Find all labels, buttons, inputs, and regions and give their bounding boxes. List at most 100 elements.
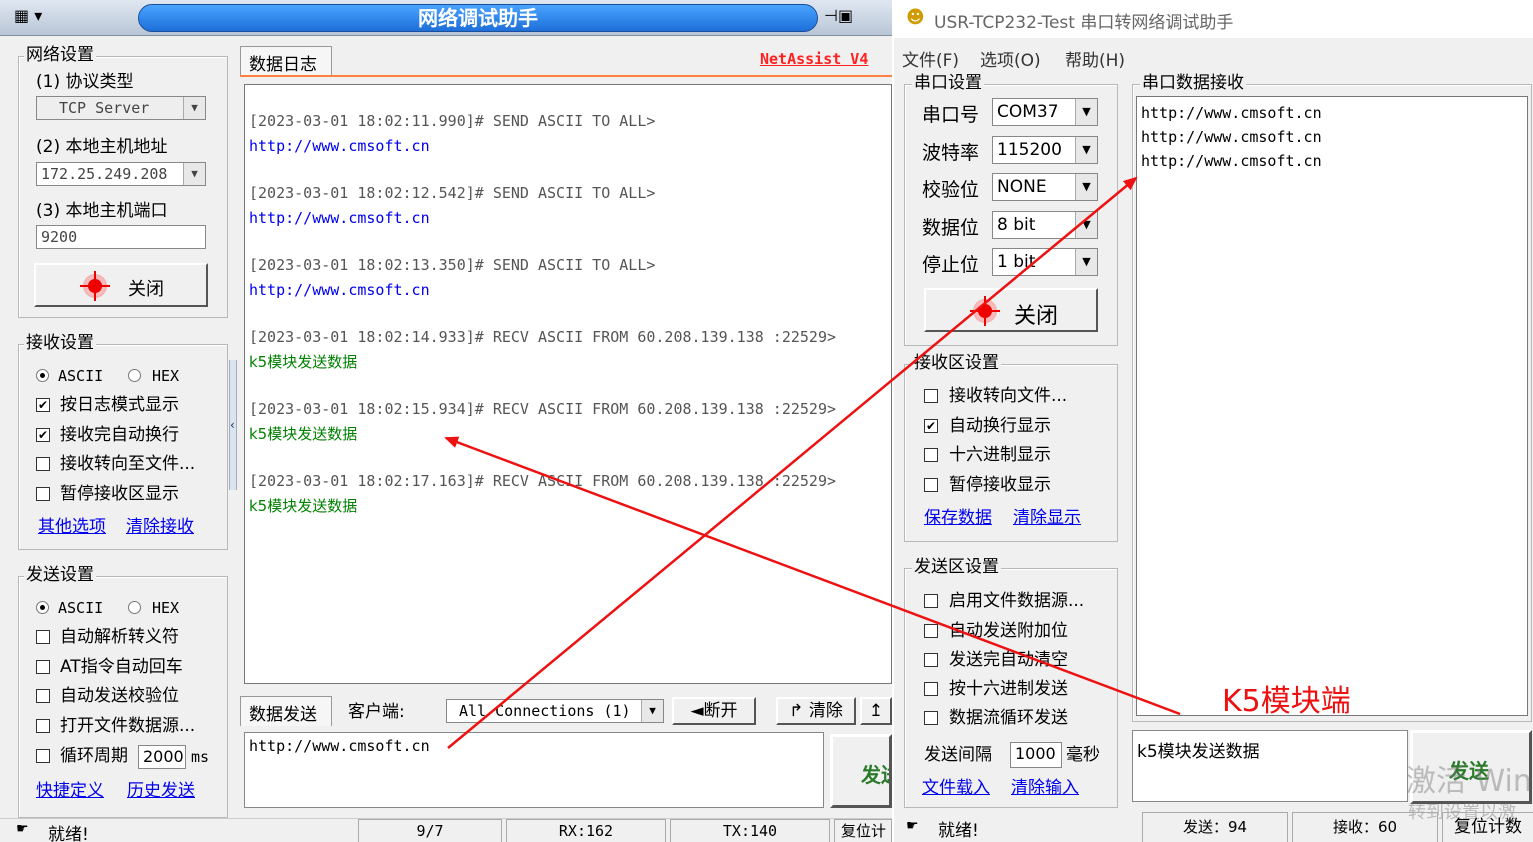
menu-help[interactable]: 帮助(H) — [1065, 46, 1125, 71]
recv-hex-radio[interactable] — [128, 369, 141, 382]
status-bar: ☛ 就绪! 发送：94 接收：60 复位计数 — [894, 810, 1533, 842]
serial-send-area[interactable]: k5模块发送数据 — [1132, 730, 1408, 802]
interval-input[interactable]: 1000 — [1010, 742, 1062, 768]
send-ascii-label: ASCII — [58, 599, 104, 617]
cycle-checkbox[interactable] — [36, 749, 50, 763]
hex-show-checkbox[interactable] — [924, 448, 938, 462]
serial-field-select[interactable]: COM37 ▼ — [992, 98, 1098, 126]
serial-field-select[interactable]: 115200 ▼ — [992, 135, 1098, 164]
host-select[interactable]: 172.25.249.208 ▼ — [36, 162, 206, 186]
pin-icon[interactable]: ⊣▣ — [824, 6, 853, 25]
client-label: 客户端: — [348, 702, 405, 722]
arrow-left-icon: ◄ — [690, 701, 704, 721]
chevron-down-icon: ▼ — [1075, 249, 1097, 275]
host-label: (2) 本地主机地址 — [36, 137, 168, 157]
status-count: 9/7 — [358, 819, 502, 842]
log-mode-label: 按日志模式显示 — [60, 395, 179, 415]
auto-wrap-checkbox[interactable] — [924, 419, 938, 433]
loop-send-checkbox[interactable] — [924, 711, 938, 725]
cycle-input[interactable]: 2000 — [138, 745, 186, 769]
reset-count-button[interactable]: 复位计数 — [834, 819, 892, 842]
more-options-link[interactable]: 其他选项 — [38, 516, 106, 538]
escape-checkbox[interactable] — [36, 630, 50, 644]
cycle-label: 循环周期 — [60, 746, 128, 766]
log-entry-body: http://www.cmsoft.cn — [249, 281, 430, 299]
menu-file[interactable]: 文件(F) — [902, 46, 959, 71]
data-log-area[interactable]: [2023-03-01 18:02:11.990]# SEND ASCII TO… — [244, 84, 892, 684]
recv-to-file-checkbox[interactable] — [36, 457, 50, 471]
panel-splitter[interactable]: ‹ — [229, 360, 237, 490]
send-text-area[interactable]: http://www.cmsoft.cn — [244, 732, 824, 808]
pause-recv-checkbox[interactable] — [36, 487, 50, 501]
disconnect-button[interactable]: ◄断开 — [672, 697, 756, 725]
chevron-down-icon: ▼ — [1075, 99, 1097, 125]
append-bit-checkbox[interactable] — [924, 624, 938, 638]
app-menu-icon[interactable]: ▦ ▾ — [14, 6, 42, 25]
app-logo-icon: ☻ — [906, 7, 925, 28]
log-entry-body: k5模块发送数据 — [249, 353, 358, 371]
log-entry-body: k5模块发送数据 — [249, 497, 358, 515]
clear-input-link[interactable]: 清除输入 — [1011, 777, 1079, 799]
send-hex-label: HEX — [152, 599, 180, 617]
recv-ascii-radio[interactable] — [36, 369, 49, 382]
recv-to-file-checkbox[interactable] — [924, 389, 938, 403]
client-select[interactable]: All Connections (1) ▼ — [446, 699, 664, 723]
port-input[interactable]: 9200 — [36, 225, 206, 249]
serial-field-label: 数据位 — [922, 216, 980, 239]
serial-field-select[interactable]: 8 bit ▼ — [992, 210, 1098, 239]
status-tx: TX:140 — [670, 819, 830, 842]
status-rx: RX:162 — [506, 819, 666, 842]
chevron-down-icon: ▼ — [1075, 211, 1097, 238]
status-bar: ☛ 就绪! 9/7 RX:162 TX:140 复位计数 — [0, 818, 892, 842]
window-title: USR-TCP232-Test 串口转网络调试助手 — [934, 13, 1234, 33]
auto-wrap-checkbox[interactable] — [36, 428, 50, 442]
send-hex-radio[interactable] — [128, 601, 141, 614]
recv-to-file-label: 接收转向至文件... — [60, 454, 196, 474]
file-load-link[interactable]: 文件载入 — [922, 777, 990, 799]
pause-recv-checkbox[interactable] — [924, 478, 938, 492]
serial-field-select[interactable]: 1 bit ▼ — [992, 248, 1098, 276]
tab-data-send[interactable]: 数据发送 — [240, 696, 332, 726]
serial-field-value: 1 bit — [997, 252, 1036, 272]
history-send-link[interactable]: 历史发送 — [127, 780, 195, 802]
send-button[interactable]: 发送 — [830, 734, 892, 808]
activation-watermark: 激活 Win — [1406, 764, 1532, 799]
scroll-top-button[interactable]: ↥ — [860, 697, 892, 725]
auto-clear-label: 发送完自动清空 — [949, 650, 1068, 670]
save-data-link[interactable]: 保存数据 — [924, 507, 992, 529]
log-entry-header: [2023-03-01 18:02:15.934]# RECV ASCII FR… — [249, 400, 836, 418]
protocol-select[interactable]: TCP Server ▼ — [36, 96, 206, 120]
tab-data-log[interactable]: 数据日志 — [240, 46, 332, 76]
at-cr-checkbox[interactable] — [36, 660, 50, 674]
append-bit-label: 自动发送附加位 — [949, 621, 1068, 641]
hex-send-checkbox[interactable] — [924, 682, 938, 696]
log-entry-header: [2023-03-01 18:02:17.163]# RECV ASCII FR… — [249, 472, 836, 490]
clear-display-link[interactable]: 清除显示 — [1013, 507, 1081, 529]
quick-define-link[interactable]: 快捷定义 — [36, 780, 104, 802]
close-connection-button[interactable]: 关闭 — [34, 263, 208, 307]
cycle-unit: ms — [191, 748, 210, 766]
checksum-checkbox[interactable] — [36, 689, 50, 703]
log-entry-body: http://www.cmsoft.cn — [249, 209, 430, 227]
checksum-label: 自动发送校验位 — [60, 686, 179, 706]
serial-close-button[interactable]: 关闭 — [924, 288, 1098, 332]
serial-field-select[interactable]: NONE ▼ — [992, 173, 1098, 201]
title-bar: ☻ USR-TCP232-Test 串口转网络调试助手 — [894, 0, 1533, 38]
menu-options[interactable]: 选项(O) — [980, 46, 1041, 71]
file-source-label: 打开文件数据源... — [60, 716, 196, 736]
clear-recv-link[interactable]: 清除接收 — [126, 516, 194, 538]
reset-count-button[interactable]: 复位计数 — [1442, 812, 1533, 842]
auto-clear-checkbox[interactable] — [924, 653, 938, 667]
log-mode-checkbox[interactable] — [36, 398, 50, 412]
serial-recv-area[interactable]: http://www.cmsoft.cn http://www.cmsoft.cn… — [1136, 96, 1528, 716]
clear-send-button[interactable]: ↱ 清除 — [776, 697, 856, 725]
log-entry-header: [2023-03-01 18:02:13.350]# SEND ASCII TO… — [249, 256, 656, 274]
serial-recv-title: 串口数据接收 — [1140, 73, 1246, 93]
file-source-checkbox[interactable] — [924, 594, 938, 608]
ready-icon: ☛ — [16, 821, 29, 837]
send-ascii-radio[interactable] — [36, 601, 49, 614]
file-source-checkbox[interactable] — [36, 719, 50, 733]
send-area-title: 发送区设置 — [912, 557, 1001, 577]
hex-send-label: 按十六进制发送 — [949, 679, 1068, 699]
recv-hex-label: HEX — [152, 367, 180, 385]
